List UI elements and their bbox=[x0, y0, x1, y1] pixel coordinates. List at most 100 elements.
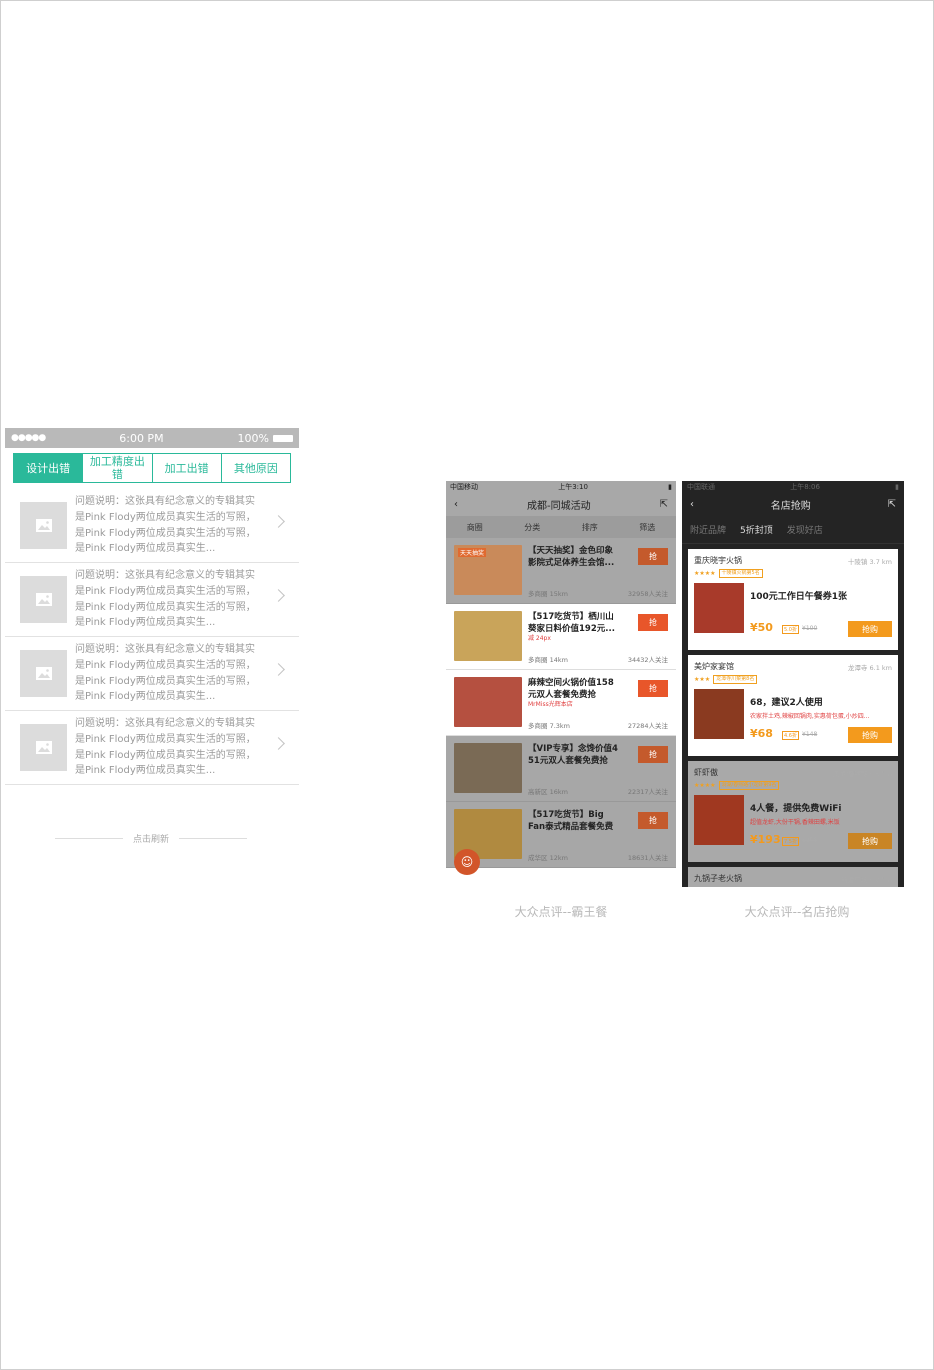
grab-button[interactable]: 抢 bbox=[638, 746, 668, 763]
event-follows: 32958人关注 bbox=[627, 590, 668, 598]
event-photo bbox=[454, 677, 522, 727]
desc-line: 是Pink Flody两位成员真实生活的写照， bbox=[75, 733, 256, 745]
tab-processing-error[interactable]: 加工出错 bbox=[151, 454, 221, 482]
desc-line: 是Pink Flody两位成员真实生... bbox=[75, 691, 216, 703]
battery-icon: ▮ bbox=[895, 482, 899, 491]
tab-precision-error[interactable]: 加工精度出错 bbox=[82, 454, 151, 482]
event-item[interactable]: 【VIP专享】念馋价值4 51元双人套餐免费抢 高新区 16km 22317人关注 抢 bbox=[446, 736, 676, 802]
desc-line: 是Pink Flody两位成员真实生活的写照， bbox=[75, 749, 256, 761]
rank-badge: 十陵镇火锅第5名 bbox=[718, 569, 763, 578]
event-follows: 22317人关注 bbox=[627, 788, 668, 796]
user-avatar-button[interactable]: ☺ bbox=[454, 849, 480, 875]
item-description: 问题说明：这张具有纪念意义的专辑其实 是Pink Flody两位成员真实生活的写… bbox=[75, 716, 270, 778]
desc-line: 是Pink Flody两位成员真实生活的写照， bbox=[75, 675, 256, 687]
tab-half-price[interactable]: 5折封顶 bbox=[740, 523, 773, 536]
status-time: 上午8:06 bbox=[790, 482, 820, 491]
refresh-link[interactable]: 点击刷新 bbox=[123, 832, 179, 845]
status-time: 上午3:10 bbox=[558, 482, 588, 491]
deal-card[interactable]: 重庆晓宇火锅 十陵镇 3.7 km ★★★★ 十陵镇火锅第5名 100元工作日午餐券1张… bbox=[688, 549, 898, 650]
original-price: ¥148 bbox=[802, 731, 818, 738]
grab-button[interactable]: 抢 bbox=[638, 680, 668, 697]
filter-district[interactable]: 商圈 bbox=[467, 522, 483, 533]
deal-card[interactable]: 虾虾傲 洞湖/春熙路 6.6 km ★★★★ 洞湖/春熙路小龙虾第9名 4人餐，提供免费… bbox=[688, 761, 898, 862]
event-photo bbox=[454, 743, 522, 793]
event-location: 多商圈 15km bbox=[528, 590, 568, 598]
list-item[interactable]: 问题说明：这张具有纪念意义的专辑其实 是Pink Flody两位成员真实生活的写… bbox=[5, 489, 299, 563]
share-icon[interactable]: ⇱ bbox=[660, 499, 668, 510]
original-price: ¥258 bbox=[802, 837, 818, 844]
event-tag: MrMiss光辉本店 bbox=[528, 701, 573, 708]
deal-price: ¥68 bbox=[750, 727, 773, 740]
list-item[interactable]: 问题说明：这张具有纪念意义的专辑其实 是Pink Flody两位成员真实生活的写… bbox=[5, 563, 299, 637]
chevron-right-icon bbox=[272, 515, 285, 528]
event-location: 成华区 12km bbox=[528, 854, 568, 862]
desc-line: 是Pink Flody两位成员真实生活的写照， bbox=[75, 601, 256, 613]
tab-nearby-brands[interactable]: 附近品牌 bbox=[690, 523, 726, 536]
event-title: 麻辣空间火锅价值158元双人套餐免费抢 bbox=[528, 678, 614, 700]
event-follows: 34432人关注 bbox=[627, 656, 668, 664]
desc-line: 是Pink Flody两位成员真实生活的写照， bbox=[75, 659, 256, 671]
tab-other-reason[interactable]: 其他原因 bbox=[220, 454, 290, 482]
desc-line: 是Pink Flody两位成员真实生活的写照， bbox=[75, 511, 256, 523]
tab-discover[interactable]: 发现好店 bbox=[787, 523, 823, 536]
deal-card[interactable]: 美炉家宴馆 龙潭寺 6.1 km ★★★ 龙潭寺川菜第8名 68，建议2人使用 农家拌土鸡… bbox=[688, 655, 898, 756]
tab-design-error[interactable]: 设计出错 bbox=[14, 454, 83, 482]
desc-line: 是Pink Flody两位成员真实生活的写照， bbox=[75, 585, 256, 597]
chevron-right-icon bbox=[272, 663, 285, 676]
chevron-right-icon bbox=[272, 737, 285, 750]
buy-button[interactable]: 抢购 bbox=[848, 833, 892, 849]
grab-button[interactable]: 抢 bbox=[638, 548, 668, 565]
deal-photo bbox=[694, 689, 744, 739]
event-item[interactable]: 麻辣空间火锅价值158元双人套餐免费抢 MrMiss光辉本店 多商圈 7.3km 27… bbox=[446, 670, 676, 736]
dianping-free-meal-screenshot: 中国移动 上午3:10 ▮ ‹ 成都-同城活动 ⇱ 商圈 分类 排序 筛选 【天… bbox=[446, 481, 676, 887]
deal-subtitle: 农家拌土鸡,辣椒回锅肉,实惠荷包蛋,小炒四... bbox=[750, 713, 870, 720]
desc-line: 是Pink Flody两位成员真实生... bbox=[75, 543, 216, 555]
desc-line: 是Pink Flody两位成员真实生... bbox=[75, 617, 216, 629]
item-description: 问题说明：这张具有纪念意义的专辑其实 是Pink Flody两位成员真实生活的写… bbox=[75, 494, 270, 556]
battery-icon: ▮ bbox=[668, 482, 672, 491]
deal-title: 4人餐，提供免费WiFi bbox=[750, 804, 842, 814]
stars-icon: ★★★★ bbox=[694, 782, 716, 789]
rating-stars: ★★★★ 洞湖/春熙路小龙虾第9名 bbox=[694, 781, 892, 790]
list-item[interactable]: 问题说明：这张具有纪念意义的专辑其实 是Pink Flody两位成员真实生活的写… bbox=[5, 637, 299, 711]
buy-button[interactable]: 抢购 bbox=[848, 621, 892, 637]
filter-sort[interactable]: 排序 bbox=[582, 522, 598, 533]
deal-price: ¥193 bbox=[750, 833, 781, 846]
battery-percent: 100% bbox=[237, 431, 269, 445]
stars-icon: ★★★★ bbox=[694, 570, 716, 577]
original-price: ¥100 bbox=[802, 625, 818, 632]
event-item[interactable]: 【517吃货节】Big Fan泰式精品套餐免费抢成华区 12km 18631人关注… bbox=[446, 802, 676, 868]
desc-line: 是Pink Flody两位成员真实生活的写照， bbox=[75, 527, 256, 539]
divider bbox=[179, 838, 248, 839]
battery-indicator: 100% bbox=[238, 432, 293, 445]
desc-line: 问题说明：这张具有纪念意义的专辑其实 bbox=[75, 570, 255, 582]
filter-screen[interactable]: 筛选 bbox=[639, 522, 655, 533]
buy-button[interactable]: 抢购 bbox=[848, 727, 892, 743]
deal-title: 68，建议2人使用 bbox=[750, 698, 823, 708]
list-item[interactable]: 问题说明：这张具有纪念意义的专辑其实 是Pink Flody两位成员真实生活的写… bbox=[5, 711, 299, 785]
back-icon[interactable]: ‹ bbox=[454, 499, 458, 510]
category-tabs: 附近品牌 5折封顶 发现好店 bbox=[682, 516, 904, 544]
rank-badge: 龙潭寺川菜第8名 bbox=[713, 675, 758, 684]
rank-badge: 洞湖/春熙路小龙虾第9名 bbox=[718, 781, 780, 790]
status-time: 6:00 PM bbox=[119, 431, 164, 445]
share-icon[interactable]: ⇱ bbox=[888, 499, 896, 510]
event-badge: 天天抽奖 bbox=[458, 548, 487, 557]
grab-button[interactable]: 抢 bbox=[638, 812, 668, 829]
event-item[interactable]: 【天天抽奖】金色印象影院式足体养生会馆... 多商圈 15km 32958人关注 抢 天… bbox=[446, 538, 676, 604]
shop-distance: 十陵镇 3.7 km bbox=[847, 558, 892, 566]
chevron-right-icon bbox=[272, 589, 285, 602]
deal-photo bbox=[694, 583, 744, 633]
deal-title: 100元工作日午餐券1张 bbox=[750, 592, 848, 602]
deal-card[interactable]: 九锅子老火锅 新港广场 6.0 km bbox=[688, 867, 898, 887]
shop-distance: 洞湖/春熙路 6.6 km bbox=[832, 770, 892, 778]
refresh-row[interactable]: 点击刷新 bbox=[55, 832, 248, 845]
dianping-flash-sale-screenshot: 中国联通 上午8:06 ▮ ‹ 名店抢购 ⇱ 附近品牌 5折封顶 发现好店 重庆… bbox=[682, 481, 904, 887]
divider bbox=[55, 838, 123, 839]
event-item[interactable]: 【517吃货节】栖川山葵家日料价值192元... 减 24px 多商圈 14km 34… bbox=[446, 604, 676, 670]
issue-list: 问题说明：这张具有纪念意义的专辑其实 是Pink Flody两位成员真实生活的写… bbox=[5, 489, 299, 785]
filter-category[interactable]: 分类 bbox=[524, 522, 540, 533]
back-icon[interactable]: ‹ bbox=[690, 499, 694, 510]
grab-button[interactable]: 抢 bbox=[638, 614, 668, 631]
stars-icon: ★★★ bbox=[694, 676, 711, 683]
